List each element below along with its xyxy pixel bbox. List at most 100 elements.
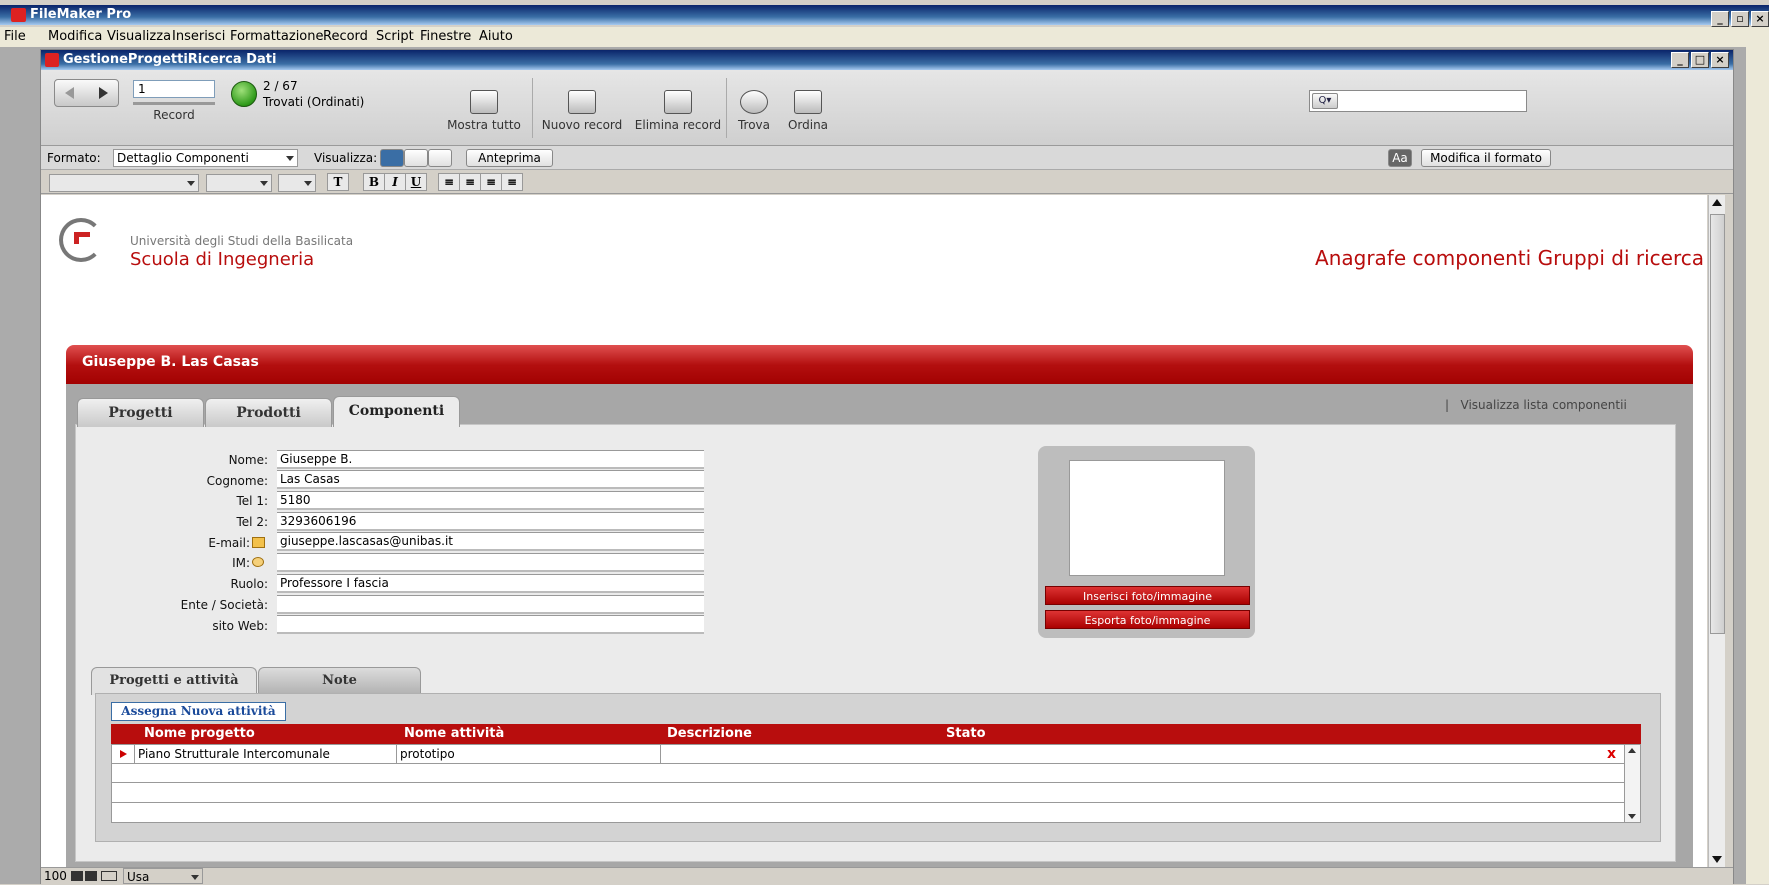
vertical-scrollbar[interactable]: [1708, 195, 1725, 867]
align-center-icon[interactable]: ≡: [459, 173, 481, 191]
new-record-button[interactable]: Nuovo record: [536, 90, 628, 132]
im-field[interactable]: [277, 553, 704, 572]
record-slider[interactable]: [133, 102, 215, 105]
table-view-icon[interactable]: [428, 149, 452, 167]
menu-inserisci[interactable]: Inserisci: [172, 27, 225, 47]
portal-scrollbar[interactable]: [1624, 745, 1640, 822]
list-view-icon[interactable]: [404, 149, 428, 167]
cell-project[interactable]: Piano Strutturale Intercomunale: [135, 745, 397, 764]
text-color-select[interactable]: [278, 174, 316, 192]
chat-bubble-icon[interactable]: [252, 557, 264, 567]
menu-aiuto[interactable]: Aiuto: [479, 27, 513, 47]
scroll-up-icon[interactable]: [1712, 199, 1722, 206]
menu-formattazione[interactable]: Formattazione: [230, 27, 324, 47]
doc-maximize-icon[interactable]: □: [1691, 52, 1709, 68]
show-all-button[interactable]: Mostra tutto: [443, 90, 525, 132]
search-icon[interactable]: Q▾: [1312, 93, 1338, 109]
italic-icon[interactable]: I: [384, 173, 406, 191]
close-icon[interactable]: ×: [1751, 11, 1769, 27]
tab-componenti[interactable]: Componenti: [333, 396, 460, 427]
school-name: Scuola di Ingegneria: [130, 249, 315, 270]
zoom-in-icon[interactable]: [85, 871, 97, 881]
ente-field[interactable]: [277, 595, 704, 614]
doc-close-icon[interactable]: ×: [1711, 52, 1729, 68]
send-email-icon[interactable]: [252, 537, 265, 548]
cell-description[interactable]: [661, 745, 1624, 764]
tel2-field[interactable]: 3293606196: [277, 512, 704, 531]
scroll-down-icon[interactable]: [1712, 856, 1722, 863]
sito-web-field[interactable]: [277, 615, 704, 634]
menu-file[interactable]: File: [4, 27, 26, 47]
previous-record-icon[interactable]: [65, 87, 74, 99]
menu-record[interactable]: Record: [323, 27, 368, 47]
table-row[interactable]: [112, 764, 1624, 783]
align-left-icon[interactable]: ≡: [438, 173, 460, 191]
toggle-toolbar-icon[interactable]: [101, 871, 117, 881]
insert-photo-button[interactable]: Inserisci foto/immagine: [1045, 586, 1250, 605]
tel1-field[interactable]: 5180: [277, 491, 704, 510]
menu-script[interactable]: Script: [376, 27, 414, 47]
menu-visualizza[interactable]: Visualizza: [107, 27, 171, 47]
next-record-icon[interactable]: [99, 87, 108, 99]
format-label: Formato:: [47, 151, 101, 165]
font-select[interactable]: [49, 174, 199, 192]
table-row[interactable]: [112, 784, 1624, 803]
chevron-down-icon: [191, 875, 199, 880]
menu-modifica[interactable]: Modifica: [48, 27, 102, 47]
zoom-out-icon[interactable]: [71, 871, 83, 881]
ruolo-field[interactable]: Professore I fascia: [277, 574, 704, 593]
subtab-note[interactable]: Note: [258, 667, 421, 695]
cell-activity[interactable]: prototipo: [397, 745, 661, 764]
restore-icon[interactable]: ▫: [1731, 11, 1749, 27]
align-justify-icon[interactable]: ≡: [501, 173, 523, 191]
document-title-bar: GestioneProgettiRicerca Dati _ □ ×: [41, 50, 1733, 70]
record-navigator[interactable]: [54, 79, 119, 107]
table-row[interactable]: [112, 803, 1624, 822]
delete-record-button[interactable]: Elimina record: [632, 90, 724, 132]
text-tool-icon[interactable]: T: [327, 173, 349, 191]
mode-select[interactable]: Usa: [123, 868, 203, 884]
col-stato: Stato: [946, 726, 986, 741]
zoom-level[interactable]: 100: [44, 868, 67, 884]
mdi-scrollbar[interactable]: [1745, 47, 1769, 884]
scroll-thumb[interactable]: [1710, 214, 1725, 634]
email-field[interactable]: giuseppe.lascasas@unibas.it: [277, 532, 704, 551]
nome-field[interactable]: Giuseppe B.: [277, 450, 704, 469]
mode-value: Usa: [127, 870, 150, 884]
delete-record-icon: [664, 90, 692, 114]
scroll-up-icon[interactable]: [1628, 748, 1636, 753]
underline-icon[interactable]: U: [405, 173, 427, 191]
layout-select[interactable]: Dettaglio Componenti: [113, 149, 298, 167]
edit-layout-button[interactable]: Modifica il formato: [1421, 149, 1551, 167]
tab-prodotti[interactable]: Prodotti: [205, 398, 332, 427]
found-status: Trovati (Ordinati): [263, 95, 365, 109]
university-logo-mark: [74, 232, 90, 244]
preview-button[interactable]: Anteprima: [466, 149, 553, 167]
form-view-icon[interactable]: [380, 149, 404, 167]
cognome-field[interactable]: Las Casas: [277, 470, 704, 489]
record-number-input[interactable]: 1: [133, 80, 215, 98]
tab-progetti[interactable]: Progetti: [77, 398, 204, 427]
portal: Piano Strutturale Intercomunale prototip…: [111, 744, 1641, 823]
minimize-icon[interactable]: _: [1711, 11, 1729, 27]
export-photo-button[interactable]: Esporta foto/immagine: [1045, 610, 1250, 629]
show-all-icon: [470, 90, 498, 114]
email-label: E-mail:: [208, 536, 250, 550]
quick-find-input[interactable]: Q▾: [1309, 90, 1527, 112]
find-button[interactable]: Trova: [729, 90, 779, 132]
font-size-select[interactable]: [206, 174, 272, 192]
delete-row-icon[interactable]: x: [1607, 745, 1616, 763]
menu-finestre[interactable]: Finestre: [420, 27, 471, 47]
bold-icon[interactable]: B: [363, 173, 385, 191]
align-right-icon[interactable]: ≡: [480, 173, 502, 191]
table-row[interactable]: Piano Strutturale Intercomunale prototip…: [112, 745, 1624, 764]
text-size-icon[interactable]: Aa: [1388, 149, 1412, 167]
assign-activity-button[interactable]: Assegna Nuova attività: [111, 702, 286, 721]
subtab-progetti-attivita[interactable]: Progetti e attività: [91, 667, 257, 695]
photo-field[interactable]: [1069, 460, 1225, 576]
col-nome-progetto: Nome progetto: [144, 726, 255, 741]
doc-minimize-icon[interactable]: _: [1671, 52, 1689, 68]
scroll-down-icon[interactable]: [1628, 814, 1636, 819]
sort-button[interactable]: Ordina: [783, 90, 833, 132]
view-list-link[interactable]: | Visualizza lista componentii: [1445, 398, 1627, 412]
